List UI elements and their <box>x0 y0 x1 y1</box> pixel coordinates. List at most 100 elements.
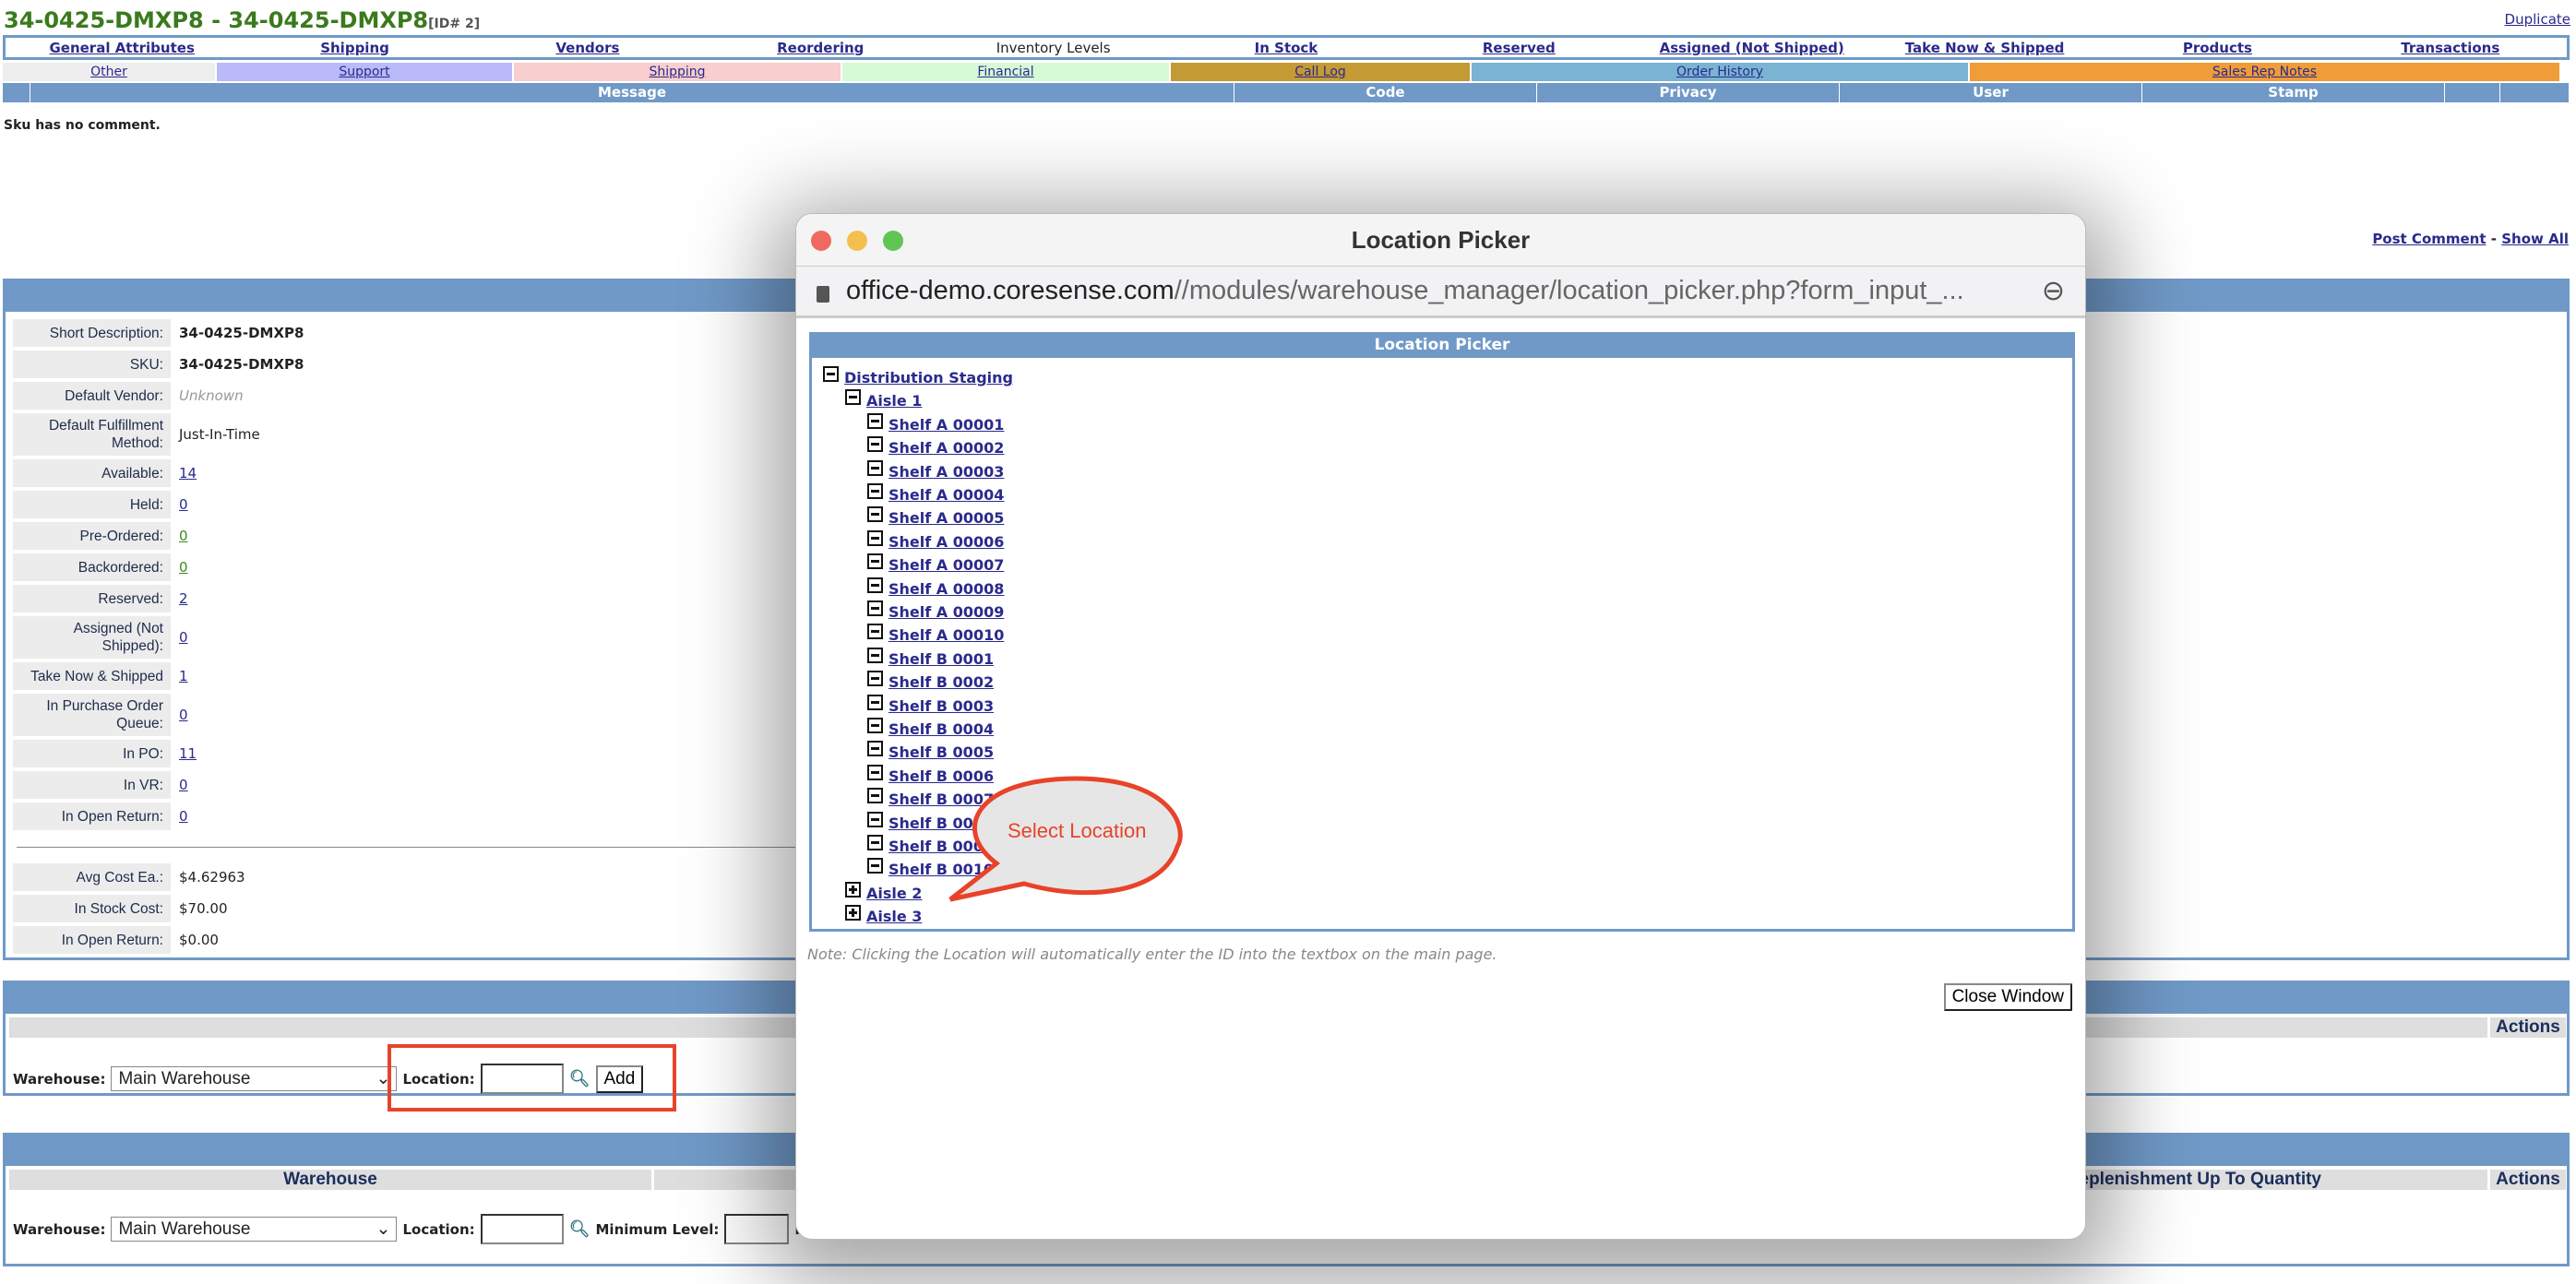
collapse-icon[interactable] <box>867 741 883 757</box>
tab-sales-rep-notes[interactable]: Sales Rep Notes <box>1970 63 2561 81</box>
tree-node-link[interactable]: Shelf A 00009 <box>888 603 1004 621</box>
collapse-icon[interactable] <box>867 436 883 453</box>
lock-icon <box>817 285 829 303</box>
collapse-icon[interactable] <box>867 647 883 663</box>
tree-node-link[interactable]: Shelf A 00002 <box>888 439 1004 457</box>
info-row: Backordered: 0 <box>13 553 188 581</box>
warehouse-select[interactable]: Main Warehouse ⌄ <box>111 1066 398 1091</box>
collapse-icon[interactable] <box>867 529 883 546</box>
tab-reordering[interactable]: Reordering <box>704 40 936 56</box>
tree-node: Shelf A 00002 <box>867 436 1004 457</box>
tab-other[interactable]: Other <box>3 63 217 81</box>
tree-node: Shelf A 00007 <box>867 553 1004 574</box>
close-window-button[interactable]: Close Window <box>1943 983 2072 1011</box>
tree-node-link[interactable]: Shelf B 0003 <box>888 697 994 715</box>
info-label: Default Fulfillment Method: <box>13 413 171 456</box>
minimum-level-input[interactable] <box>724 1214 790 1244</box>
col-warehouse: Warehouse <box>9 1170 651 1190</box>
expand-icon[interactable] <box>845 905 861 921</box>
info-value[interactable]: 14 <box>171 465 197 482</box>
post-comment-link[interactable]: Post Comment <box>2372 231 2486 247</box>
tab-order-history[interactable]: Order History <box>1472 63 1970 81</box>
info-value[interactable]: 2 <box>171 590 188 607</box>
info-value: Unknown <box>179 387 244 404</box>
close-window-dot[interactable] <box>811 231 831 251</box>
tab-shipping[interactable]: Shipping <box>514 63 842 81</box>
tab-products[interactable]: Products <box>2101 40 2333 56</box>
info-label: Pre-Ordered: <box>13 522 171 550</box>
tab-call-log[interactable]: Call Log <box>1171 63 1472 81</box>
tree-node-link[interactable]: Shelf B 0001 <box>888 650 994 668</box>
collapse-icon[interactable] <box>867 671 883 687</box>
tab-reserved[interactable]: Reserved <box>1402 40 1635 56</box>
tab-in-stock[interactable]: In Stock <box>1170 40 1402 56</box>
info-value[interactable]: 0 <box>171 559 188 576</box>
tab-take-now-shipped[interactable]: Take Now & Shipped <box>1868 40 2101 56</box>
collapse-icon[interactable] <box>867 694 883 710</box>
minimize-window-dot[interactable] <box>847 231 867 251</box>
collapse-icon[interactable] <box>867 764 883 780</box>
tree-node-link[interactable]: Shelf B 0004 <box>888 720 994 738</box>
tab-shipping[interactable]: Shipping <box>238 40 471 56</box>
tree-node-link[interactable]: Shelf A 00006 <box>888 533 1004 551</box>
info-row: Take Now & Shipped 1 <box>13 662 188 690</box>
tree-node-link[interactable]: Aisle 3 <box>866 908 922 925</box>
tab-general-attributes[interactable]: General Attributes <box>6 40 238 56</box>
info-value[interactable]: 0 <box>171 629 188 646</box>
tree-node-link[interactable]: Shelf B 0005 <box>888 743 994 761</box>
collapse-icon[interactable] <box>867 811 883 827</box>
tree-node-link[interactable]: Shelf A 00003 <box>888 463 1004 481</box>
info-value[interactable]: 0 <box>171 496 188 513</box>
collapse-icon[interactable] <box>867 483 883 499</box>
search-icon[interactable]: 🔍︎ <box>569 1219 590 1239</box>
info-value[interactable]: 0 <box>171 777 188 793</box>
collapse-icon[interactable] <box>867 600 883 616</box>
zoom-out-icon[interactable]: ⊖ <box>2042 275 2065 307</box>
tab-assigned-not-shipped-[interactable]: Assigned (Not Shipped) <box>1636 40 1868 56</box>
tree-node-link[interactable]: Shelf B 0002 <box>888 673 994 691</box>
address-bar[interactable]: office-demo.coresense.com//modules/wareh… <box>796 267 2085 318</box>
tab-support[interactable]: Support <box>217 63 514 81</box>
tree-node: Shelf A 00004 <box>867 483 1004 504</box>
duplicate-link[interactable]: Duplicate <box>2505 11 2570 28</box>
tree-node-link[interactable]: Shelf A 00007 <box>888 556 1004 574</box>
tree-node-link[interactable]: Shelf A 00004 <box>888 486 1004 504</box>
collapse-icon[interactable] <box>845 389 861 406</box>
tree-node-link[interactable]: Shelf A 00005 <box>888 509 1004 527</box>
info-value[interactable]: 0 <box>171 528 188 544</box>
tree-node-link[interactable]: Shelf A 00010 <box>888 626 1004 644</box>
tree-node-link[interactable]: Shelf A 00008 <box>888 580 1004 598</box>
collapse-icon[interactable] <box>867 459 883 476</box>
warehouse-select[interactable]: Main Warehouse ⌄ <box>111 1217 398 1242</box>
info-value[interactable]: 0 <box>171 808 188 825</box>
collapse-icon[interactable] <box>867 718 883 733</box>
collapse-icon[interactable] <box>867 624 883 640</box>
collapse-icon[interactable] <box>867 506 883 523</box>
cost-row: Avg Cost Ea.: $4.62963 <box>13 863 245 891</box>
tree-node-link[interactable]: Shelf A 00001 <box>888 416 1004 434</box>
zoom-window-dot[interactable] <box>883 231 903 251</box>
tree-node-link[interactable]: Aisle 1 <box>866 392 922 410</box>
info-value[interactable]: 0 <box>171 707 188 723</box>
collapse-icon[interactable] <box>867 788 883 804</box>
info-value[interactable]: 1 <box>171 668 188 684</box>
collapse-icon[interactable] <box>867 835 883 850</box>
collapse-icon[interactable] <box>867 577 883 593</box>
location-input[interactable] <box>480 1214 564 1244</box>
expand-icon[interactable] <box>845 881 861 898</box>
collapse-icon[interactable] <box>867 553 883 570</box>
collapse-icon[interactable] <box>867 858 883 874</box>
tab-vendors[interactable]: Vendors <box>471 40 704 56</box>
collapse-icon[interactable] <box>823 366 839 382</box>
speech-bubble-icon <box>948 776 1183 902</box>
tab-financial[interactable]: Financial <box>842 63 1171 81</box>
show-all-link[interactable]: Show All <box>2501 231 2569 247</box>
tree-node-link[interactable]: Aisle 2 <box>866 885 922 902</box>
tab-transactions[interactable]: Transactions <box>2334 40 2567 56</box>
cost-value: $70.00 <box>179 900 228 917</box>
info-label: In Open Return: <box>13 802 171 830</box>
tree-node-link[interactable]: Distribution Staging <box>844 369 1013 386</box>
info-value[interactable]: 11 <box>171 745 197 762</box>
collapse-icon[interactable] <box>867 412 883 429</box>
tab-inventory-levels[interactable]: Inventory Levels <box>936 40 1169 56</box>
